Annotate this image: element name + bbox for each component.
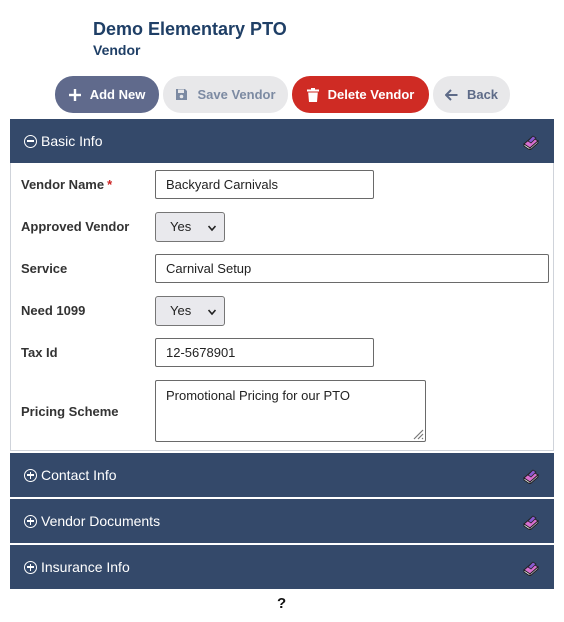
pricing-scheme-textarea[interactable]: Promotional Pricing for our PTO <box>155 380 426 442</box>
back-button[interactable]: Back <box>433 76 510 113</box>
floppy-disk-icon <box>175 88 188 101</box>
service-row: Service Carnival Setup <box>11 254 553 284</box>
circle-plus-icon <box>24 514 37 528</box>
approved-vendor-row: Approved Vendor Yes <box>11 212 553 242</box>
book-icon[interactable] <box>522 466 540 484</box>
required-marker: * <box>107 177 113 192</box>
vendor-documents-header[interactable]: Vendor Documents <box>10 499 554 543</box>
help-link[interactable]: ? <box>277 595 286 612</box>
trash-icon <box>306 87 319 102</box>
page-subtitle: Vendor <box>93 42 141 58</box>
vendor-name-label: Vendor Name * <box>21 177 113 192</box>
plus-icon <box>68 88 81 101</box>
arrow-left-icon <box>444 88 458 101</box>
resize-grip-icon[interactable] <box>410 426 424 440</box>
circle-plus-icon <box>24 560 37 574</box>
book-icon[interactable] <box>522 512 540 530</box>
insurance-info-panel: Insurance Info <box>10 545 554 589</box>
add-new-label: Add New <box>89 87 146 102</box>
vendor-name-input[interactable]: Backyard Carnivals <box>155 170 374 199</box>
tax-id-input[interactable]: 12-5678901 <box>155 338 374 367</box>
add-new-button[interactable]: Add New <box>55 76 159 113</box>
tax-id-row: Tax Id 12-5678901 <box>11 338 553 368</box>
page-header: Demo Elementary PTO Vendor <box>93 18 287 59</box>
approved-vendor-label: Approved Vendor <box>21 219 130 234</box>
delete-vendor-button[interactable]: Delete Vendor <box>292 76 429 113</box>
save-vendor-button[interactable]: Save Vendor <box>163 76 288 113</box>
basic-info-header[interactable]: Basic Info <box>10 119 554 163</box>
need-1099-label: Need 1099 <box>21 303 86 318</box>
save-vendor-label: Save Vendor <box>197 87 276 102</box>
insurance-info-header[interactable]: Insurance Info <box>10 545 554 589</box>
approved-vendor-value: Yes <box>170 219 192 234</box>
chevron-down-icon <box>208 225 216 232</box>
contact-info-title: Contact Info <box>41 467 117 483</box>
pricing-scheme-label: Pricing Scheme <box>21 404 119 419</box>
contact-info-panel: Contact Info <box>10 453 554 497</box>
pricing-scheme-value: Promotional Pricing for our PTO <box>166 388 350 403</box>
basic-info-panel: Basic Info Vendor Name * Backyard Carniva… <box>10 119 554 451</box>
back-label: Back <box>466 87 499 102</box>
vendor-documents-panel: Vendor Documents <box>10 499 554 543</box>
contact-info-header[interactable]: Contact Info <box>10 453 554 497</box>
circle-minus-icon <box>24 134 37 148</box>
book-icon[interactable] <box>522 132 540 150</box>
insurance-info-title: Insurance Info <box>41 559 130 575</box>
need-1099-row: Need 1099 Yes <box>11 296 553 326</box>
tax-id-label: Tax Id <box>21 345 58 360</box>
need-1099-select[interactable]: Yes <box>155 296 225 326</box>
service-input[interactable]: Carnival Setup <box>155 254 549 283</box>
service-label: Service <box>21 261 68 276</box>
basic-info-body: Vendor Name * Backyard Carnivals Approved… <box>10 163 554 451</box>
vendor-name-row: Vendor Name * Backyard Carnivals <box>11 170 553 200</box>
need-1099-value: Yes <box>170 303 192 318</box>
vendor-documents-title: Vendor Documents <box>41 513 161 529</box>
approved-vendor-select[interactable]: Yes <box>155 212 225 242</box>
chevron-down-icon <box>208 309 216 316</box>
basic-info-title: Basic Info <box>41 133 103 149</box>
delete-vendor-label: Delete Vendor <box>327 87 415 102</box>
org-title: Demo Elementary PTO <box>93 19 287 39</box>
circle-plus-icon <box>24 468 37 482</box>
book-icon[interactable] <box>522 558 540 576</box>
